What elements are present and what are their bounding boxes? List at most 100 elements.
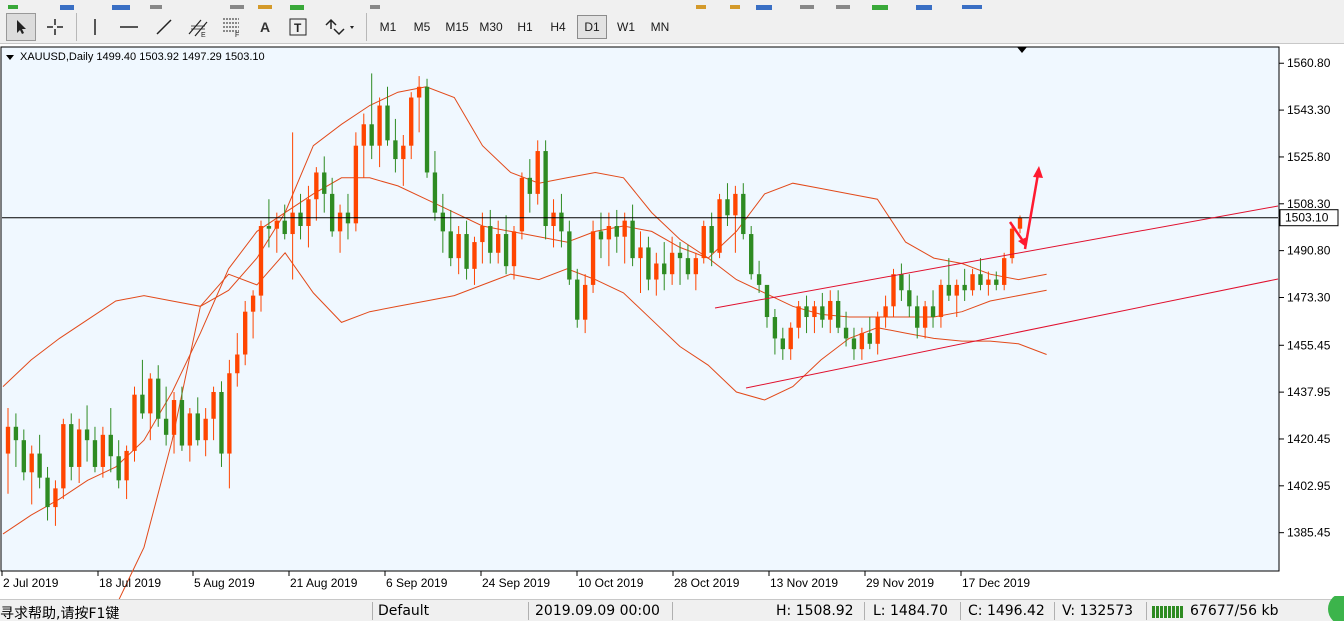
candle-body bbox=[401, 145, 406, 160]
current-price-label: 1503.10 bbox=[1285, 211, 1329, 225]
status-help-text: 寻求帮助,请按F1键 bbox=[0, 606, 120, 621]
vertical-line-tool-button[interactable] bbox=[82, 13, 108, 41]
candle-body bbox=[938, 284, 944, 318]
equidistant-channel-icon: E bbox=[188, 19, 208, 38]
candle-body bbox=[725, 199, 730, 216]
candle-body bbox=[140, 394, 145, 414]
status-bar: 寻求帮助,请按F1键 Default 2019.09.09 00:00 H: 1… bbox=[0, 593, 1344, 621]
candle-body bbox=[496, 234, 501, 253]
candle-body bbox=[835, 300, 841, 328]
candle-body bbox=[654, 263, 659, 280]
time-tick-label: 17 Dec 2019 bbox=[962, 576, 1030, 590]
price-tick-label: 1508.30 bbox=[1287, 197, 1331, 211]
time-tick-label: 24 Sep 2019 bbox=[482, 576, 550, 590]
crosshair-icon bbox=[47, 19, 63, 35]
timeframe-m5[interactable]: M5 bbox=[407, 15, 437, 39]
candle-body bbox=[393, 140, 398, 160]
candle-body bbox=[306, 199, 311, 227]
arrows-tool-button[interactable] bbox=[318, 13, 360, 41]
candle-body bbox=[250, 295, 256, 312]
price-tick-label: 1402.95 bbox=[1287, 479, 1331, 493]
timeframe-m15[interactable]: M15 bbox=[441, 15, 473, 39]
candle-body bbox=[361, 124, 366, 146]
status-separator bbox=[1054, 602, 1055, 620]
collapse-triangle-icon[interactable] bbox=[6, 54, 14, 60]
text-label-tool-button[interactable]: T bbox=[284, 13, 312, 41]
candle-body bbox=[559, 212, 564, 232]
horizontal-line-tool-button[interactable] bbox=[114, 13, 144, 41]
candle-body bbox=[820, 306, 825, 320]
candle-body bbox=[314, 172, 319, 200]
candle-body bbox=[867, 333, 872, 344]
candle-body bbox=[353, 145, 359, 224]
status-low: L: 1484.70 bbox=[873, 603, 948, 619]
candle-body bbox=[84, 429, 90, 441]
arrows-dropdown-icon bbox=[325, 18, 354, 36]
price-tick-label: 1385.45 bbox=[1287, 526, 1331, 540]
price-tick-label: 1560.80 bbox=[1287, 56, 1331, 70]
candle-body bbox=[219, 391, 224, 454]
candle-body bbox=[227, 373, 232, 454]
timeframe-h1[interactable]: H1 bbox=[510, 15, 540, 39]
candle-body bbox=[780, 338, 785, 350]
status-traffic: 67677/56 kb bbox=[1190, 603, 1279, 619]
fibonacci-icon: F bbox=[223, 18, 239, 38]
candle-body bbox=[575, 279, 580, 320]
trendline-tool-button[interactable] bbox=[150, 13, 178, 41]
cursor-tool-button[interactable] bbox=[6, 13, 36, 41]
time-tick-label: 10 Oct 2019 bbox=[578, 576, 644, 590]
price-tick-label: 1543.30 bbox=[1287, 103, 1331, 117]
candle-body bbox=[163, 418, 169, 435]
candle-body bbox=[290, 212, 295, 235]
candle-body bbox=[899, 274, 904, 291]
candle-body bbox=[45, 477, 50, 508]
timeframe-m30[interactable]: M30 bbox=[475, 15, 507, 39]
svg-text:F: F bbox=[235, 32, 239, 38]
candle-body bbox=[116, 456, 121, 481]
status-separator bbox=[960, 602, 961, 620]
crosshair-tool-button[interactable] bbox=[40, 13, 70, 41]
notification-badge-icon[interactable] bbox=[1326, 593, 1344, 621]
candle-body bbox=[322, 172, 327, 194]
chart-window[interactable]: 1560.80 1543.30 1525.80 1508.30 1490.80 1473.… bbox=[0, 44, 1344, 599]
status-high: H: 1508.92 bbox=[776, 603, 854, 619]
candle-body bbox=[432, 172, 438, 213]
price-tick-label: 1525.80 bbox=[1287, 150, 1331, 164]
candle-body bbox=[464, 234, 469, 269]
candle-body bbox=[29, 453, 34, 473]
timeframe-d1[interactable]: D1 bbox=[577, 15, 607, 39]
candle-body bbox=[266, 226, 272, 229]
candle-body bbox=[677, 252, 683, 259]
timeframe-mn[interactable]: MN bbox=[645, 15, 675, 39]
candle-body bbox=[804, 306, 809, 318]
fibonacci-tool-button[interactable]: F bbox=[218, 13, 246, 41]
candle-body bbox=[416, 86, 422, 98]
toolbar-separator bbox=[366, 13, 367, 41]
status-datetime: 2019.09.09 00:00 bbox=[535, 603, 660, 619]
timeframe-m1[interactable]: M1 bbox=[373, 15, 403, 39]
connection-bars-icon bbox=[1152, 604, 1188, 621]
svg-text:T: T bbox=[294, 21, 302, 35]
status-separator bbox=[528, 602, 529, 620]
candle-body bbox=[764, 284, 770, 318]
chart-symbol-info: XAUUSD,Daily 1499.40 1503.92 1497.29 150… bbox=[6, 51, 265, 63]
candle-body bbox=[298, 212, 303, 227]
candle-body bbox=[369, 124, 374, 146]
channel-tool-button[interactable]: E bbox=[184, 13, 212, 41]
price-tick-label: 1473.30 bbox=[1287, 290, 1331, 304]
candle-body bbox=[37, 453, 42, 478]
timeframe-w1[interactable]: W1 bbox=[611, 15, 641, 39]
candle-body bbox=[258, 226, 264, 296]
text-tool-button[interactable]: A bbox=[252, 13, 278, 41]
price-chart[interactable]: 1560.80 1543.30 1525.80 1508.30 1490.80 1473.… bbox=[0, 44, 1344, 599]
candle-body bbox=[693, 258, 699, 275]
candle-body bbox=[946, 284, 952, 296]
candle-body bbox=[409, 97, 414, 146]
price-tick-label: 1420.45 bbox=[1287, 432, 1331, 446]
status-profile[interactable]: Default bbox=[378, 603, 429, 619]
candle-body bbox=[329, 193, 335, 232]
candle-body bbox=[788, 327, 793, 350]
toolbar-top-strip bbox=[0, 0, 1344, 10]
cursor-icon bbox=[17, 20, 26, 34]
timeframe-h4[interactable]: H4 bbox=[543, 15, 573, 39]
